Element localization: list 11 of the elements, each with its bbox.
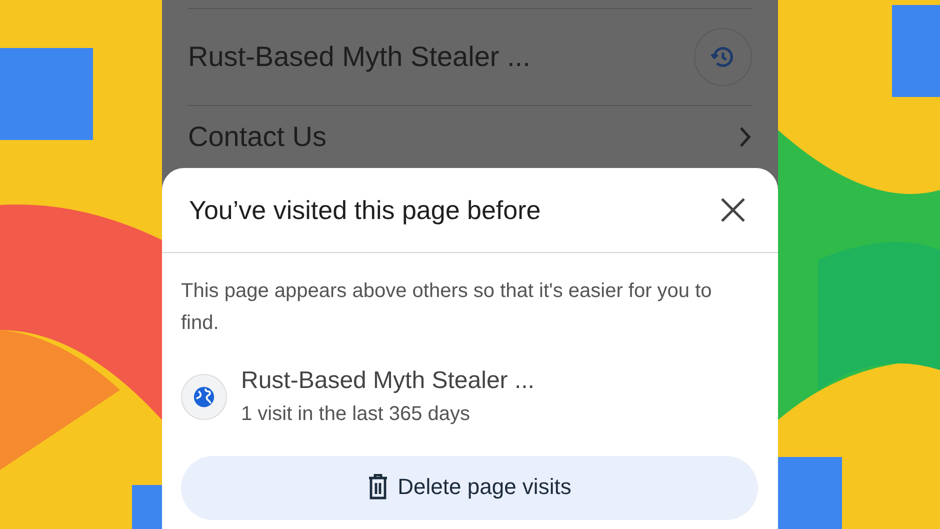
chevron-right-icon	[738, 126, 752, 148]
description-text: This page appears above others so that it's easier for you to find.	[181, 279, 713, 336]
page-link[interactable]: Rust-Based Myth Stealer ...	[188, 41, 530, 73]
delete-button[interactable]: Delete page visits	[181, 456, 758, 520]
site-title: Rust-Based Myth Stealer ...	[241, 367, 534, 395]
history-icon	[710, 44, 736, 70]
trash-icon	[368, 474, 388, 500]
globe-icon	[181, 374, 227, 420]
sheet-title: You’ve visited this page before	[189, 194, 541, 226]
page-link[interactable]: Contact Us	[188, 121, 326, 153]
visit-count: 1 visit in the last 365 days	[241, 403, 472, 426]
